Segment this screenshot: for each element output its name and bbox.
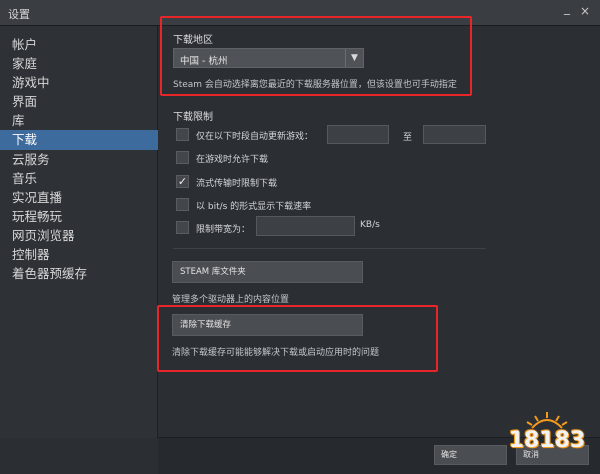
sidebar-item-family[interactable]: 家庭 <box>0 54 158 74</box>
highlight-box-cache <box>157 305 438 372</box>
auto-update-window-checkbox[interactable] <box>176 128 189 141</box>
close-button[interactable]: × <box>578 4 592 18</box>
start-time-input[interactable] <box>327 125 389 144</box>
bandwidth-limit-input[interactable] <box>256 216 355 236</box>
sidebar-item-downloads[interactable]: 下载 <box>0 130 158 150</box>
show-bits-per-second-label: 以 bit/s 的形式显示下载速率 <box>196 202 312 212</box>
sidebar-item-music[interactable]: 音乐 <box>0 169 158 189</box>
end-time-input[interactable] <box>423 125 486 144</box>
time-separator-label: 至 <box>403 133 413 143</box>
allow-download-while-playing-label: 在游戏时允许下载 <box>196 155 269 165</box>
steam-library-folders-button[interactable]: STEAM 库文件夹 <box>172 261 363 283</box>
sidebar-item-shader-cache[interactable]: 着色器预缓存 <box>0 264 158 284</box>
limit-bandwidth-checkbox[interactable] <box>176 221 189 234</box>
allow-download-while-playing-checkbox[interactable] <box>176 151 189 164</box>
show-bits-per-second-checkbox[interactable] <box>176 198 189 211</box>
sidebar-item-remote-play[interactable]: 玩程畅玩 <box>0 207 158 227</box>
minimize-button[interactable]: _ <box>560 1 574 15</box>
highlight-box-region <box>160 16 472 96</box>
sidebar-item-broadcasting[interactable]: 实况直播 <box>0 188 158 208</box>
throttle-while-streaming-label: 流式传输时限制下载 <box>196 179 278 189</box>
sidebar-item-controller[interactable]: 控制器 <box>0 245 158 265</box>
library-folders-hint: 管理多个驱动器上的内容位置 <box>172 295 290 305</box>
limit-bandwidth-label: 限制带宽为： <box>196 225 251 235</box>
auto-update-window-label: 仅在以下时段自动更新游戏： <box>196 132 314 142</box>
download-limits-title: 下载限制 <box>173 112 213 123</box>
bandwidth-unit-label: KB/s <box>360 220 380 230</box>
sidebar-item-cloud[interactable]: 云服务 <box>0 150 158 170</box>
settings-sidebar: 帐户 家庭 游戏中 界面 库 下载 云服务 音乐 实况直播 玩程畅玩 网页浏览器… <box>0 26 158 438</box>
sidebar-item-library[interactable]: 库 <box>0 111 158 131</box>
sidebar-item-interface[interactable]: 界面 <box>0 92 158 112</box>
ok-button[interactable]: 确定 <box>434 445 507 465</box>
watermark-text: 18183 <box>508 428 586 453</box>
sidebar-item-account[interactable]: 帐户 <box>0 35 158 55</box>
sidebar-item-web-browser[interactable]: 网页浏览器 <box>0 226 158 246</box>
watermark-logo: 18183 <box>502 410 592 468</box>
window-title: 设置 <box>8 8 30 21</box>
section-divider <box>173 248 486 249</box>
throttle-while-streaming-checkbox[interactable]: ✓ <box>176 175 189 188</box>
sidebar-item-in-game[interactable]: 游戏中 <box>0 73 158 93</box>
